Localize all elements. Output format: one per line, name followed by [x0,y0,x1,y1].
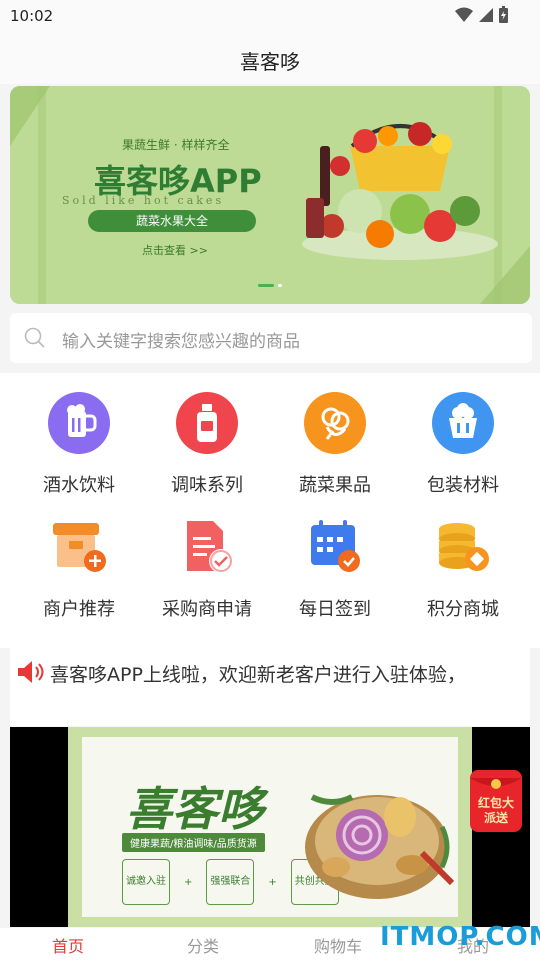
red-packet-label: 红包大派送 [477,796,514,825]
category-label: 每日签到 [299,599,371,620]
promo-image: 喜客哆 健康果蔬/粮油调味/品质货源 诚邀入驻 + 强强联合 + 共创共赢 [68,727,472,927]
wifi-icon [455,7,473,22]
package-basket-icon [431,391,495,455]
category-item-purchaser-apply[interactable]: 采购商申请 [142,515,272,621]
vegetable-basket-illustration [305,794,455,899]
promo-box: 强强联合 [206,859,255,905]
category-item-packaging[interactable]: 包装材料 [398,391,528,497]
vegetable-icon [303,391,367,455]
promo-banner[interactable]: 喜客哆 健康果蔬/粮油调味/品质货源 诚邀入驻 + 强强联合 + 共创共赢 [10,727,530,927]
seasoning-bottle-icon [175,391,239,455]
red-packet-button[interactable]: 红包大派送 [466,768,526,834]
category-item-drinks[interactable]: 酒水饮料 [14,391,144,497]
promo-plus: + [184,876,193,888]
document-check-icon [175,515,239,579]
announcement-text: 喜客哆APP上线啦，欢迎新老客户进行入驻体验， [50,664,466,686]
promo-box: 诚邀入驻 [122,859,170,905]
category-item-seasoning[interactable]: 调味系列 [142,391,272,497]
carousel-dot [278,284,282,287]
beer-mug-icon [47,391,111,455]
tab-cart[interactable]: 购物车 [288,933,388,957]
carousel-dot-active [258,284,274,287]
search-input[interactable]: 输入关键字搜索您感兴趣的商品 [62,327,300,352]
watermark: ITMOP.COM [380,922,540,952]
status-time: 10:02 [10,7,54,25]
category-label: 蔬菜果品 [299,475,371,496]
tab-home[interactable]: 首页 [18,933,118,957]
category-label: 调味系列 [171,475,243,496]
banner-pill: 蔬菜水果大全 [88,210,256,232]
banner-view-link[interactable]: 点击查看 >> [142,242,208,258]
status-icons [455,6,508,23]
calendar-check-icon [303,515,367,579]
promo-plus: + [268,876,277,888]
title-bar: 喜客哆 [0,32,540,84]
search-bar[interactable]: 输入关键字搜索您感兴趣的商品 [10,313,532,363]
category-label: 包装材料 [427,475,499,496]
category-label: 商户推荐 [43,599,115,620]
banner-script-text: Sold like hot cakes [62,194,225,207]
promo-title: 喜客哆 [126,782,264,836]
banner-tagline: 果蔬生鲜 · 样样齐全 [122,138,230,152]
category-item-merchant[interactable]: 商户推荐 [14,515,144,621]
page-title: 喜客哆 [240,50,300,74]
search-icon [24,327,45,348]
category-label: 酒水饮料 [43,475,115,496]
store-plus-icon [47,515,111,579]
banner-carousel[interactable]: 果蔬生鲜 · 样样齐全 喜客哆APP Sold like hot cakes 蔬… [10,86,530,304]
coins-icon [431,515,495,579]
category-label: 采购商申请 [162,599,252,620]
category-item-daily-checkin[interactable]: 每日签到 [270,515,400,621]
announcement-bar[interactable]: 喜客哆APP上线啦，欢迎新老客户进行入驻体验， [10,648,530,726]
category-grid: 酒水饮料 调味系列 蔬菜果品 包装材料 商户推荐 采购商申请 每日签到 积分商城 [0,373,540,648]
carousel-indicator [258,284,282,287]
tab-category[interactable]: 分类 [153,933,253,957]
battery-icon [499,6,508,23]
promo-subtitle: 健康果蔬/粮油调味/品质货源 [122,833,265,852]
speaker-icon [18,661,44,683]
promo-card: 喜客哆 健康果蔬/粮油调味/品质货源 诚邀入驻 + 强强联合 + 共创共赢 [82,737,458,917]
status-bar: 10:02 [0,0,540,32]
category-item-points-mall[interactable]: 积分商城 [398,515,528,621]
signal-icon [479,7,493,22]
category-item-vegetables[interactable]: 蔬菜果品 [270,391,400,497]
category-label: 积分商城 [427,599,499,620]
